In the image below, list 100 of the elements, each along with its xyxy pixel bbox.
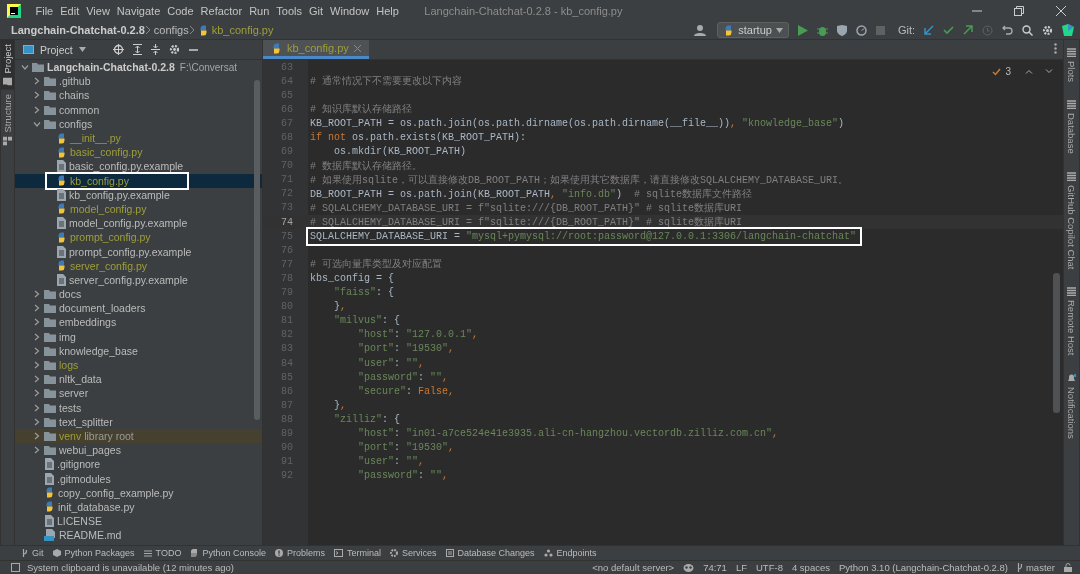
panel-title-dropdown[interactable]: Project [23,43,86,56]
tree-item[interactable]: configs [15,116,262,131]
tool-window-tab[interactable]: Plots [1064,44,1079,87]
arrow-icon[interactable] [924,25,934,35]
menu-item[interactable]: Run [245,4,273,17]
tool-window-button[interactable]: Problems [274,548,325,558]
tool-window-button[interactable]: TODO [143,548,182,558]
menu-item[interactable]: Window [326,4,373,17]
crosshair-icon[interactable] [112,44,124,55]
gauge-icon[interactable] [855,24,867,36]
tree-item[interactable]: text_splitter [15,414,262,429]
lock-icon[interactable] [1064,563,1072,572]
tree-item[interactable]: document_loaders [15,301,262,316]
status-item[interactable]: <no default server> [592,562,675,573]
settings-icon[interactable] [168,44,180,55]
breadcrumb[interactable]: Langchain-Chatchat-0.2.8 [11,24,145,36]
status-item[interactable]: 74:71 [703,562,727,573]
tree-item[interactable]: basic_config.py [15,145,262,160]
tree-item[interactable]: prompt_config.py [15,230,262,245]
settings-icon[interactable] [1042,24,1053,36]
collapse-icon[interactable] [150,44,160,55]
tree-item[interactable]: .gitmodules [15,471,262,486]
check-icon [992,67,1002,76]
status-item[interactable]: LF [735,562,747,573]
folder-icon [44,360,56,371]
tree-item[interactable]: img [15,329,262,344]
copilot-icon[interactable] [683,563,695,572]
tree-item[interactable]: knowledge_base [15,343,262,358]
shield-icon[interactable] [836,24,847,36]
tree-item[interactable]: logs [15,357,262,373]
tool-window-button[interactable]: Git [22,548,44,558]
menu-item[interactable]: Help [372,4,403,17]
more-icon[interactable] [1054,43,1057,54]
tool-window-button[interactable]: Services [390,548,437,558]
square-icon[interactable] [11,563,20,572]
scrollbar-thumb[interactable] [254,80,260,420]
tree-item[interactable]: webui_pages [15,443,262,458]
breadcrumb[interactable]: configs [153,24,189,36]
tree-item[interactable]: .gitignore [15,457,262,472]
tool-window-tab[interactable]: Remote Host [1064,283,1079,360]
tool-window-button[interactable]: Database Changes [445,548,535,558]
code-editor[interactable] [263,60,1063,545]
check-icon[interactable] [943,25,954,35]
tool-window-button[interactable]: Endpoints [543,548,597,558]
menu-item[interactable]: Refactor [197,4,246,17]
close-icon[interactable] [1056,5,1066,16]
tool-window-tab[interactable]: Notifications [1064,369,1079,443]
tree-item[interactable]: docs [15,287,262,302]
status-item[interactable]: Python 3.10 (Langchain-Chatchat-0.2.8) [838,562,1008,573]
code-line: kbs_config = { [310,272,394,284]
run-icon[interactable] [797,24,808,36]
status-item[interactable]: UTF-8 [756,562,783,573]
menu-item[interactable]: Code [163,4,198,17]
undo-icon[interactable] [1002,25,1013,35]
menu-item[interactable]: Navigate [113,4,164,17]
chevron-down-icon[interactable] [1045,69,1053,74]
menu-item[interactable]: File [32,4,57,17]
tree-item[interactable]: __init__.py [15,130,262,146]
circle-icon [274,549,283,557]
bug-icon[interactable] [816,24,828,36]
menu-item[interactable]: Tools [272,4,306,17]
tool-window-tab[interactable]: Project [1,40,14,90]
tree-item[interactable]: README.md [15,528,262,543]
tree-item[interactable]: venv library root [15,428,262,444]
tree-item[interactable]: .github [15,74,262,89]
tool-window-button[interactable]: Terminal [333,548,381,558]
logo-icon[interactable] [1062,24,1074,36]
search-icon[interactable] [1022,24,1033,36]
tree-item[interactable]: server [15,386,262,401]
tool-window-tab[interactable]: Structure [1,89,14,150]
tool-window-tab[interactable]: GitHub Copilot Chat [1064,167,1079,274]
scrollbar-thumb[interactable] [1053,273,1060,413]
menu-item[interactable]: View [82,4,114,17]
tree-item[interactable]: chains [15,88,262,103]
tree-item[interactable]: server_config.py [15,258,262,273]
tool-window-tab[interactable]: Database [1064,96,1079,158]
branch-widget[interactable]: master [1016,562,1055,573]
tree-item[interactable]: copy_config_example.py [15,485,262,500]
tree-item[interactable]: Langchain-Chatchat-0.2.8 F:\Conversat [15,60,262,75]
tree-item[interactable]: LICENSE [15,514,262,529]
tree-item[interactable]: init_database.py [15,499,262,514]
restore-icon[interactable] [1014,5,1024,16]
breadcrumb[interactable]: kb_config.py [197,24,274,36]
tree-item[interactable]: nltk_data [15,372,262,387]
expand-icon[interactable] [132,44,142,55]
tree-item[interactable]: embeddings [15,315,262,330]
minimize-icon[interactable] [188,48,198,51]
file-icon [56,160,66,173]
tree-item[interactable]: common [15,102,262,117]
tree-item[interactable]: tests [15,400,262,415]
menu-item[interactable]: Git [305,4,327,17]
arrow-icon[interactable] [963,25,973,35]
tree-item[interactable]: model_config.py [15,201,262,217]
user-icon[interactable] [694,24,709,36]
status-item[interactable]: 4 spaces [791,562,830,573]
menu-item[interactable]: Edit [56,4,83,17]
run-config-dropdown[interactable]: startup [717,22,789,38]
tool-window-button[interactable]: Python Packages [52,548,135,558]
chevron-up-icon[interactable] [1025,69,1033,74]
tool-window-button[interactable]: Python Console [190,548,266,558]
